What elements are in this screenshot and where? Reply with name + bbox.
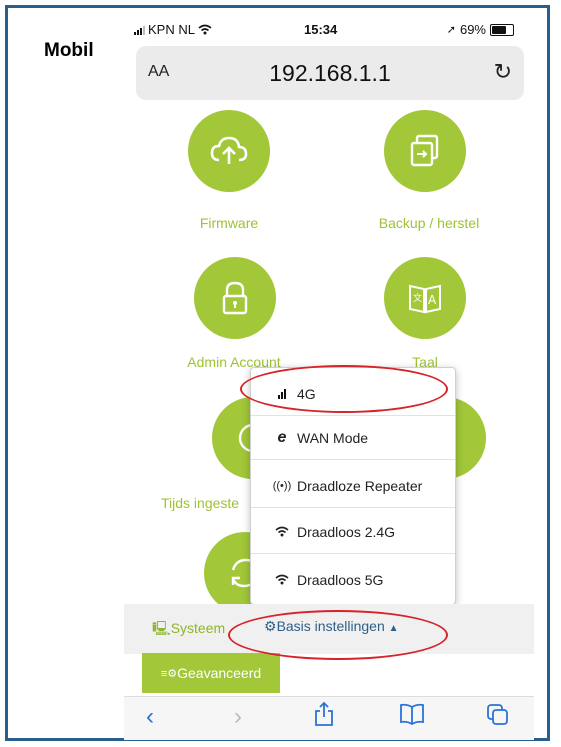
menu-label-repeater: Draadloze Repeater bbox=[297, 477, 423, 494]
menu-label-wifi-24: Draadloos 2.4G bbox=[297, 523, 396, 540]
tile-label-backup: Backup / herstel bbox=[378, 215, 480, 231]
clock: 15:34 bbox=[304, 22, 338, 37]
battery-percent: 69% bbox=[459, 22, 486, 37]
status-bar: KPN NL 15:34 ➚ 69% bbox=[124, 12, 534, 42]
location-icon: ➚ bbox=[446, 24, 456, 36]
menu-label-wan: WAN Mode bbox=[297, 429, 369, 446]
antenna-icon: ((•)) bbox=[272, 479, 292, 492]
bookmarks-icon[interactable] bbox=[399, 703, 425, 732]
phone-screen: KPN NL 15:34 ➚ 69% AA 192.168.1.1 ↻ Firm… bbox=[124, 12, 534, 740]
carrier: KPN NL bbox=[134, 22, 212, 37]
highlight-4g bbox=[240, 365, 448, 413]
svg-text:A: A bbox=[428, 293, 437, 307]
url-text[interactable]: 192.168.1.1 bbox=[136, 60, 524, 87]
highlight-basis bbox=[228, 610, 448, 660]
browser-toolbar: ‹ › bbox=[124, 696, 534, 740]
menu-item-wifi-24[interactable]: Draadloos 2.4G bbox=[251, 510, 455, 554]
address-bar[interactable]: AA 192.168.1.1 ↻ bbox=[136, 46, 524, 100]
svg-text:文: 文 bbox=[413, 292, 422, 304]
tabs-icon[interactable] bbox=[486, 703, 510, 734]
side-label: Mobil bbox=[44, 40, 94, 61]
battery-icon bbox=[490, 23, 514, 36]
battery: ➚ 69% bbox=[447, 22, 514, 37]
wifi-icon bbox=[271, 524, 293, 540]
menu-label-wifi-5: Draadloos 5G bbox=[297, 572, 384, 588]
monitor-icon: 🖳 bbox=[152, 620, 171, 636]
geavanceerd-button[interactable]: ≡⚙ Geavanceerd bbox=[142, 653, 280, 693]
admin-account-tile[interactable] bbox=[194, 257, 276, 339]
firmware-tile[interactable] bbox=[188, 110, 270, 192]
tab-systeem[interactable]: 🖳Systeem bbox=[152, 618, 225, 642]
carrier-name: KPN NL bbox=[148, 22, 195, 37]
translate-book-icon: A文 bbox=[409, 284, 441, 314]
tile-label-firmware: Firmware bbox=[199, 215, 259, 231]
copy-icon bbox=[410, 134, 439, 167]
wifi-icon bbox=[271, 572, 293, 588]
cellular-signal-icon bbox=[134, 25, 145, 35]
language-tile[interactable]: A文 bbox=[384, 257, 466, 339]
backup-tile[interactable] bbox=[384, 110, 466, 192]
cloud-upload-icon bbox=[210, 136, 248, 164]
geavanceerd-label: Geavanceerd bbox=[177, 665, 262, 681]
ie-icon: e bbox=[277, 428, 287, 446]
wifi-status-icon bbox=[198, 24, 212, 35]
share-icon[interactable] bbox=[314, 701, 334, 734]
settings-list-icon: ≡⚙ bbox=[160, 667, 178, 680]
reload-icon[interactable]: ↻ bbox=[494, 59, 512, 85]
menu-item-wan-mode[interactable]: e WAN Mode bbox=[251, 416, 455, 460]
menu-item-repeater[interactable]: ((•)) Draadloze Repeater bbox=[251, 464, 455, 508]
tab-systeem-label: Systeem bbox=[170, 620, 226, 636]
menu-item-wifi-5[interactable]: Draadloos 5G bbox=[251, 558, 455, 602]
forward-icon[interactable]: › bbox=[234, 703, 242, 731]
back-icon[interactable]: ‹ bbox=[146, 703, 154, 731]
lock-icon bbox=[222, 281, 248, 315]
